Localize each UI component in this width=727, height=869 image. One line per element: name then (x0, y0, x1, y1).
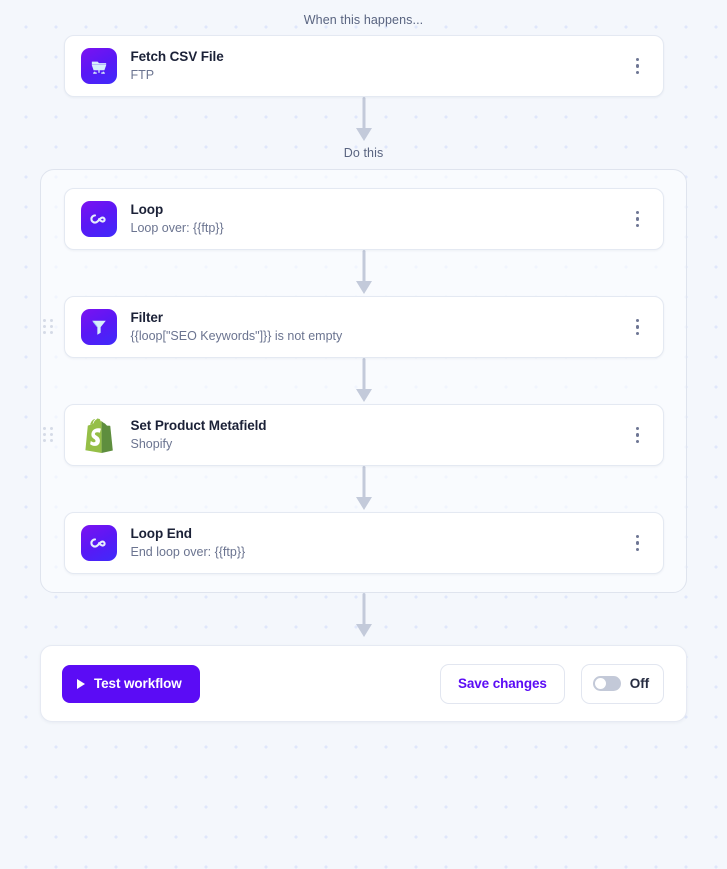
connector-arrow (355, 250, 372, 296)
step-node-subtitle: {{loop["SEO Keywords"]}} is not empty (130, 329, 343, 343)
action-section-label: Do this (343, 146, 384, 160)
action-bar: Test workflow Save changes Off (40, 645, 687, 722)
connector-arrow (355, 466, 372, 512)
trigger-section-label: When this happens... (303, 13, 424, 27)
workflow-enable-toggle[interactable]: Off (580, 663, 664, 704)
step-node-title: Filter (130, 310, 164, 325)
play-icon (77, 678, 85, 689)
step-node-menu-button[interactable] (627, 421, 649, 449)
step-node-text: Loop End End loop over: {{ftp}} (131, 525, 246, 561)
toggle-switch[interactable] (592, 676, 621, 691)
trigger-node-title: Fetch CSV File (130, 49, 224, 64)
step-node-menu-button[interactable] (627, 529, 649, 557)
action-bar-right-group: Save changes Off (439, 663, 664, 704)
step-node-text: Loop Loop over: {{ftp}} (131, 201, 224, 237)
save-changes-button[interactable]: Save changes (439, 663, 565, 704)
shopify-bag-icon (81, 417, 117, 453)
trigger-node-card[interactable]: Fetch CSV File FTP (63, 35, 664, 97)
step-node-card-loop-end[interactable]: Loop End End loop over: {{ftp}} (63, 512, 664, 574)
toggle-state-label: Off (629, 676, 649, 691)
drag-handle[interactable] (42, 427, 53, 443)
step-node-card-loop[interactable]: Loop Loop over: {{ftp}} (63, 188, 664, 250)
connector-arrow (355, 593, 372, 645)
ftp-server-icon (80, 48, 117, 84)
connector-arrow (355, 358, 372, 404)
step-node-subtitle: Loop over: {{ftp}} (130, 221, 224, 235)
step-node-card-shopify[interactable]: Set Product Metafield Shopify (42, 404, 664, 466)
step-node-text: Set Product Metafield Shopify (131, 417, 267, 453)
step-node-title: Loop End (130, 526, 193, 541)
step-node-title: Loop (130, 202, 164, 217)
toggle-knob (594, 678, 606, 689)
step-node-menu-button[interactable] (627, 205, 649, 233)
step-node-subtitle: End loop over: {{ftp}} (130, 545, 246, 559)
step-node-menu-button[interactable] (627, 313, 649, 341)
drag-handle[interactable] (42, 319, 53, 335)
test-workflow-label: Test workflow (94, 676, 182, 691)
trigger-node-subtitle: FTP (130, 68, 155, 82)
step-node-title: Set Product Metafield (130, 418, 267, 433)
step-node-subtitle: Shopify (130, 437, 173, 451)
test-workflow-button[interactable]: Test workflow (62, 664, 200, 703)
loop-group-container: Loop Loop over: {{ftp}} Filter {{loop["S… (40, 169, 687, 593)
workflow-canvas: When this happens... Fetch CSV File FTP … (0, 0, 727, 869)
connector-arrow (355, 97, 372, 145)
trigger-node-menu-button[interactable] (627, 52, 649, 80)
funnel-filter-icon (80, 309, 117, 345)
step-node-text: Filter {{loop["SEO Keywords"]}} is not e… (131, 309, 343, 345)
infinity-loop-icon (80, 525, 117, 561)
trigger-node-text: Fetch CSV File FTP (131, 48, 224, 84)
infinity-loop-icon (80, 201, 117, 237)
step-node-card-filter[interactable]: Filter {{loop["SEO Keywords"]}} is not e… (42, 296, 664, 358)
